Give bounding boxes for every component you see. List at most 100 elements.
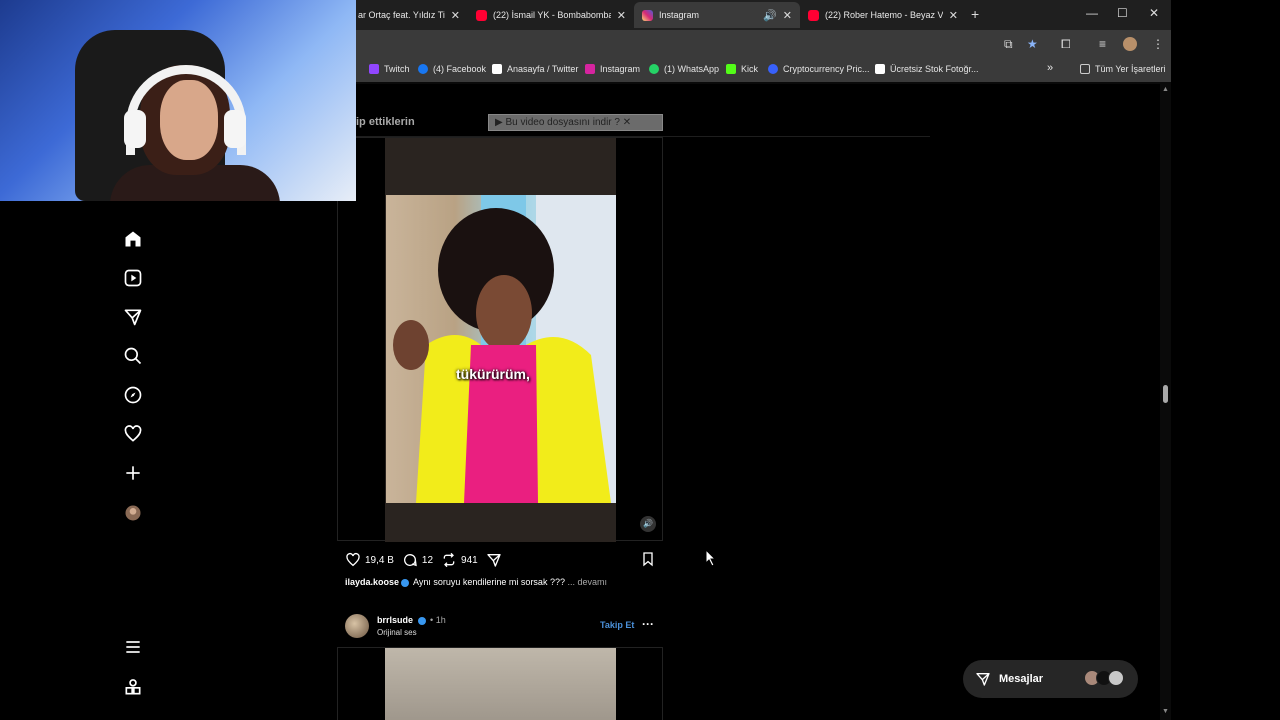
extensions-icon[interactable]: ⧠ xyxy=(1061,37,1071,52)
scroll-up-icon[interactable]: ▲ xyxy=(1162,86,1169,93)
scrollbar-thumb[interactable] xyxy=(1163,385,1168,403)
scrollbar[interactable]: ▲ ▼ xyxy=(1160,84,1171,720)
screen: ar Ortaç feat. Yıldız Til ✕ (22) İsmail … xyxy=(0,0,1280,720)
heart-icon xyxy=(346,552,360,567)
tab-label: Instagram xyxy=(659,10,700,20)
instagram-icon xyxy=(642,9,653,21)
coin-icon xyxy=(768,64,778,74)
instagram-icon xyxy=(585,64,595,74)
post-actions: 19,4 B 12 941 xyxy=(345,551,514,569)
comment-icon xyxy=(403,554,417,567)
maximize-button[interactable]: ☐ xyxy=(1117,6,1128,20)
next-video-player[interactable] xyxy=(337,647,663,720)
share-button[interactable] xyxy=(486,552,506,568)
messages-button[interactable]: Mesajlar xyxy=(963,660,1138,698)
audio-icon[interactable]: 🔊 xyxy=(763,9,777,22)
new-tab-button[interactable]: + xyxy=(971,6,979,22)
like-button[interactable]: 19,4 B xyxy=(345,552,394,568)
tab-2[interactable]: (22) İsmail YK - Bombabomba. ✕ xyxy=(468,2,634,28)
send-icon xyxy=(487,554,501,567)
avatar[interactable] xyxy=(345,614,369,638)
tab-label: (22) İsmail YK - Bombabomba. xyxy=(493,10,611,20)
bookmark-label: Kick xyxy=(741,64,759,74)
message-avatars xyxy=(1084,670,1124,686)
create-icon[interactable] xyxy=(123,463,143,483)
tab-label: (22) Rober Hatemo - Beyaz Ve xyxy=(825,10,943,20)
next-post-username[interactable]: brrlsude xyxy=(377,615,413,625)
next-video-frame xyxy=(385,648,616,720)
search-icon[interactable] xyxy=(123,346,143,366)
folder-icon xyxy=(1080,64,1090,74)
twitch-icon xyxy=(369,64,379,74)
close-tab-icon[interactable]: ✕ xyxy=(949,9,958,22)
youtube-icon xyxy=(808,9,819,21)
next-post-user: brrlsude • 1h xyxy=(377,615,446,625)
video-player[interactable]: tükürürüm, 🔊 xyxy=(337,137,663,542)
bookmark-twitter[interactable]: Anasayfa / Twitter xyxy=(492,64,578,74)
bookmark-crypto[interactable]: Cryptocurrency Pric... xyxy=(768,64,870,74)
scroll-down-icon[interactable]: ▼ xyxy=(1162,708,1169,715)
reels-icon[interactable] xyxy=(123,268,143,288)
close-tab-icon[interactable]: ✕ xyxy=(783,9,792,22)
bookmark-label: Cryptocurrency Pric... xyxy=(783,64,870,74)
home-icon[interactable] xyxy=(123,229,143,249)
video-thumbnail xyxy=(386,195,616,503)
post-options-button[interactable]: ··· xyxy=(642,617,654,631)
bookmark-whatsapp[interactable]: (1) WhatsApp xyxy=(649,64,719,74)
bookmark-facebook[interactable]: (4) Facebook xyxy=(418,64,486,74)
follow-button[interactable]: Takip Et xyxy=(600,620,634,630)
close-tab-icon[interactable]: ✕ xyxy=(617,9,626,22)
media-control-icon[interactable]: ≡ xyxy=(1099,37,1106,51)
headset-left-cup xyxy=(124,110,146,148)
menu-icon[interactable]: ⋮ xyxy=(1152,37,1164,51)
bookmark-label: Tüm Yer İşaretleri xyxy=(1095,64,1166,74)
save-icon[interactable] xyxy=(640,551,656,567)
bookmark-label: (1) WhatsApp xyxy=(664,64,720,74)
repost-button[interactable]: 941 xyxy=(441,552,478,568)
bookmark-kick[interactable]: Kick xyxy=(726,64,758,74)
post-caption: ilayda.koose Aynı soruyu kendilerine mi … xyxy=(345,577,607,587)
video-caption: tükürürüm, xyxy=(456,366,530,382)
close-tab-icon[interactable]: ✕ xyxy=(451,9,460,22)
headset-right-cup xyxy=(224,110,246,148)
speaker-icon[interactable]: 🔊 xyxy=(640,516,656,532)
bookmark-instagram[interactable]: Instagram xyxy=(585,64,640,74)
bookmark-stock-photos[interactable]: Ücretsiz Stok Fotoğr... xyxy=(875,64,979,74)
cast-icon[interactable]: ⧉ xyxy=(1004,37,1013,52)
pexels-icon xyxy=(875,64,885,74)
bookmark-label: (4) Facebook xyxy=(433,64,487,74)
kick-icon xyxy=(726,64,736,74)
verified-icon xyxy=(417,616,426,625)
avatar xyxy=(1108,670,1124,686)
repost-icon xyxy=(443,552,455,568)
x-icon xyxy=(492,64,502,74)
tab-instagram[interactable]: Instagram 🔊 ✕ xyxy=(634,2,800,28)
post-username[interactable]: ilayda.koose xyxy=(345,577,399,587)
comment-button[interactable]: 12 xyxy=(402,552,433,568)
more-link[interactable]: ... devamı xyxy=(567,577,607,587)
post-caption-text: Aynı soruyu kendilerine mi sorsak ??? xyxy=(413,577,565,587)
all-bookmarks-folder[interactable]: Tüm Yer İşaretleri xyxy=(1080,64,1166,74)
profile-avatar[interactable] xyxy=(123,503,143,523)
profile-avatar[interactable] xyxy=(1123,37,1137,51)
like-count: 19,4 B xyxy=(365,554,394,566)
facebook-icon xyxy=(418,64,428,74)
star-icon[interactable]: ★ xyxy=(1027,37,1038,51)
close-window-button[interactable]: ✕ xyxy=(1149,6,1159,20)
apps-icon[interactable] xyxy=(123,677,143,697)
bookmark-twitch[interactable]: Twitch xyxy=(369,64,410,74)
bookmarks-overflow-button[interactable]: » xyxy=(1047,62,1053,74)
audio-label[interactable]: Orijinal ses xyxy=(377,628,417,637)
webcam-overlay xyxy=(0,0,356,201)
explore-icon[interactable] xyxy=(123,385,143,405)
more-menu-icon[interactable] xyxy=(123,637,143,657)
minimize-button[interactable]: — xyxy=(1086,6,1098,20)
send-icon[interactable] xyxy=(123,307,143,327)
tab-1[interactable]: ar Ortaç feat. Yıldız Til ✕ xyxy=(350,2,468,28)
whatsapp-icon xyxy=(649,64,659,74)
heart-icon[interactable] xyxy=(123,424,143,444)
feed-title[interactable]: ip ettiklerin xyxy=(356,116,415,128)
comment-count: 12 xyxy=(421,554,434,566)
download-video-badge[interactable]: ▶ Bu video dosyasını indir ? ✕ xyxy=(488,114,663,131)
tab-4[interactable]: (22) Rober Hatemo - Beyaz Ve ✕ xyxy=(800,2,966,28)
